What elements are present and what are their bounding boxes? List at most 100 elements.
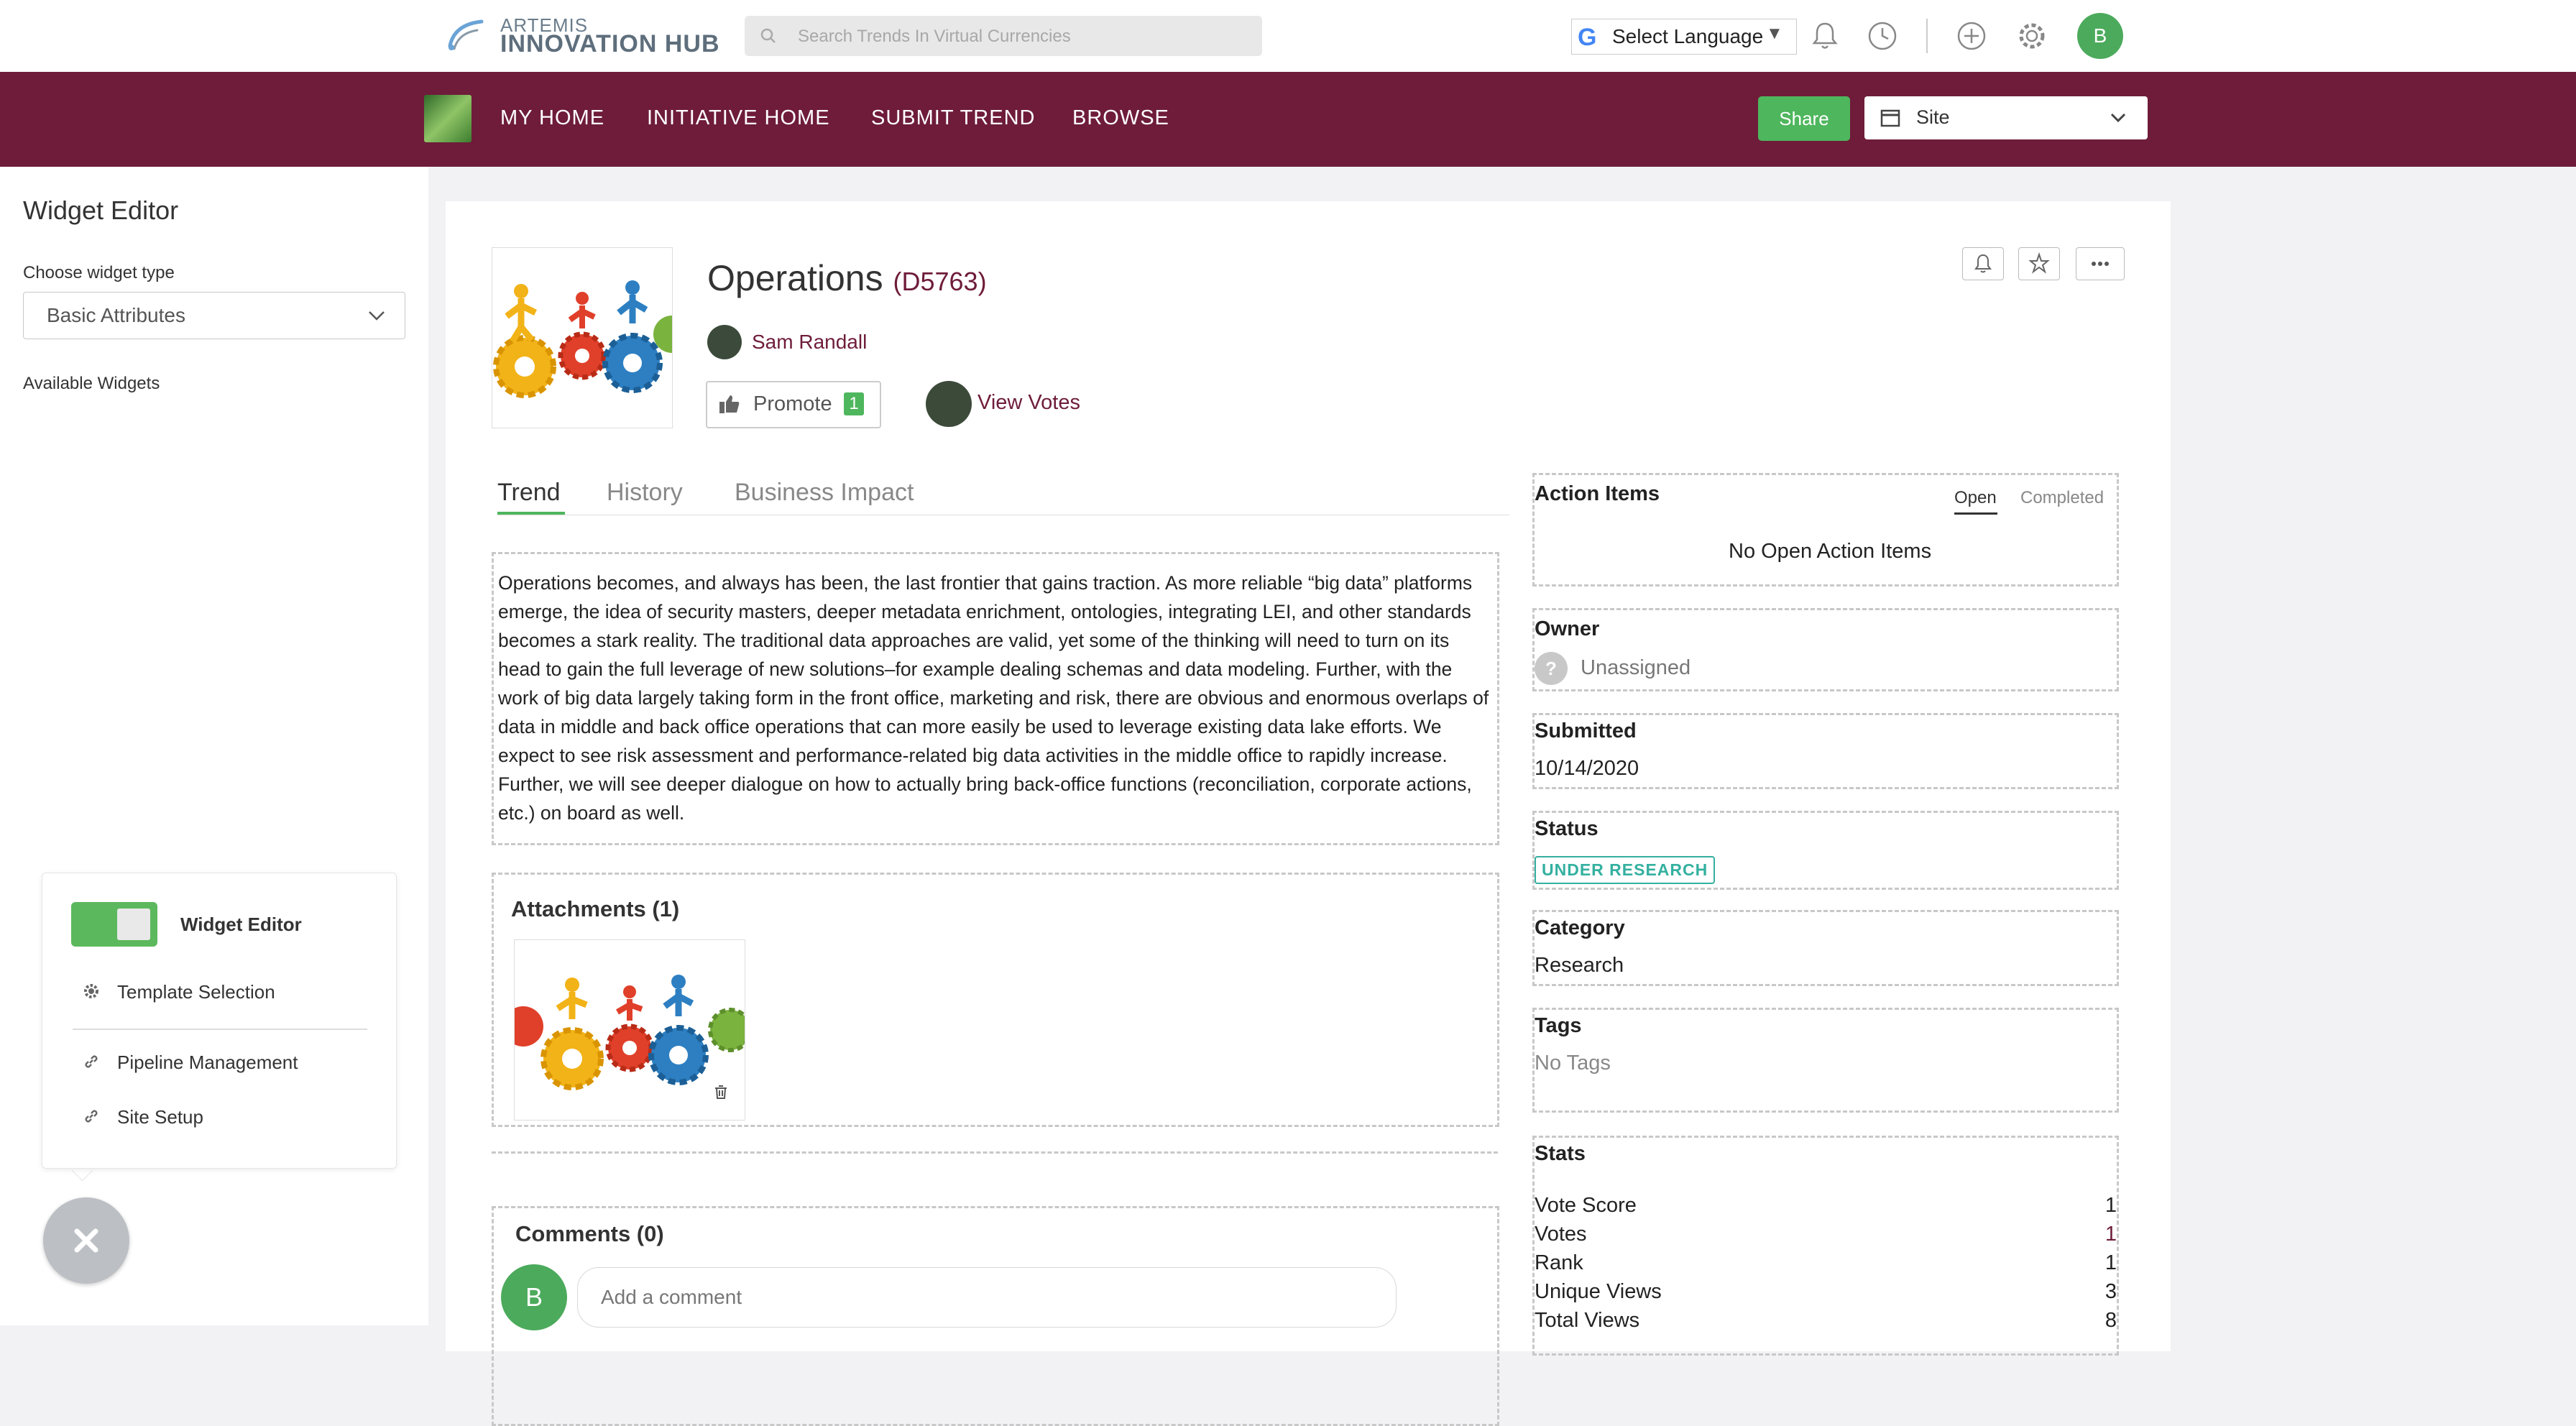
gears-illustration: [493, 280, 672, 398]
link-icon: [85, 1110, 98, 1123]
category-title: Category: [1535, 916, 1625, 939]
topbar-divider: [1926, 19, 1928, 53]
trend-image[interactable]: [492, 247, 673, 428]
trend-id: (D5763): [893, 267, 987, 296]
submitted-widget: Submitted 10/14/2020: [1532, 713, 2119, 789]
stat-label: Total Views: [1535, 1309, 1640, 1332]
stats-title: Stats: [1535, 1142, 1586, 1165]
trend-description: Operations becomes, and always has been,…: [498, 572, 1489, 824]
share-button[interactable]: Share: [1758, 96, 1850, 141]
site-select[interactable]: Site: [1864, 96, 2148, 139]
stat-value: 3: [2104, 1280, 2117, 1303]
pipeline-management-link[interactable]: Pipeline Management: [117, 1052, 298, 1074]
link-icon: [85, 1055, 98, 1068]
tab-completed[interactable]: Completed: [2020, 488, 2104, 508]
calendar-icon: [1880, 109, 1900, 127]
search-input[interactable]: [796, 16, 1245, 58]
gear-icon: [84, 984, 98, 998]
tab-open[interactable]: Open: [1954, 488, 1997, 508]
add-circle-icon[interactable]: [1955, 19, 1988, 52]
view-votes-link[interactable]: View Votes: [978, 391, 1080, 415]
tags-widget: Tags No Tags: [1532, 1008, 2119, 1113]
unknown-user-icon: ?: [1535, 652, 1568, 685]
top-bar: ARTEMIS INNOVATION HUB G Select Language…: [0, 0, 2576, 73]
available-widgets-label: Available Widgets: [23, 374, 160, 393]
more-options-button[interactable]: [2076, 247, 2125, 280]
caret-down-icon: ▼: [1766, 24, 1783, 43]
history-clock-icon[interactable]: [1866, 19, 1899, 52]
follow-bell-button[interactable]: [1962, 247, 2004, 280]
tags-title: Tags: [1535, 1014, 1582, 1037]
submitted-date: 10/14/2020: [1535, 757, 1639, 780]
bell-icon[interactable]: [1808, 19, 1841, 52]
owner-title: Owner: [1535, 617, 1600, 640]
nav-submit-trend[interactable]: SUBMIT TREND: [871, 106, 1035, 130]
nav-bar: MY HOME INITIATIVE HOME SUBMIT TREND BRO…: [0, 72, 2576, 167]
bell-icon: [1974, 254, 1992, 273]
search-bar[interactable]: [745, 16, 1262, 58]
owner-widget: Owner ? Unassigned: [1532, 608, 2119, 691]
status-widget: Status UNDER RESEARCH: [1532, 811, 2119, 890]
close-icon: [74, 1228, 98, 1253]
trend-title: Operations (D5763): [707, 257, 987, 299]
active-tab-indicator: [497, 512, 565, 515]
voter-avatar[interactable]: [926, 381, 972, 427]
submitted-title: Submitted: [1535, 719, 1637, 742]
gear-icon[interactable]: [2015, 19, 2048, 52]
widget-type-label: Choose widget type: [23, 263, 175, 282]
nav-my-home[interactable]: MY HOME: [500, 106, 604, 130]
tab-history[interactable]: History: [607, 479, 683, 507]
tab-trend[interactable]: Trend: [497, 479, 561, 507]
site-thumbnail[interactable]: [424, 95, 472, 142]
action-items-title: Action Items: [1535, 482, 1660, 505]
comments-title: Comments (0): [515, 1221, 664, 1246]
action-items-widget: Action Items Open Completed No Open Acti…: [1532, 473, 2119, 586]
category-value: Research: [1535, 954, 1624, 977]
language-select[interactable]: G Select Language ▼: [1571, 19, 1797, 55]
popup-divider: [73, 1029, 367, 1030]
language-label: Select Language: [1612, 25, 1764, 47]
promote-button[interactable]: Promote 1: [706, 381, 881, 428]
attachments-widget: Attachments (1): [492, 873, 1499, 1127]
comment-input[interactable]: [577, 1267, 1397, 1328]
google-g-icon: G: [1578, 24, 1597, 51]
stat-value[interactable]: 1: [2105, 1223, 2117, 1246]
close-widget-editor-button[interactable]: [43, 1197, 129, 1284]
status-badge: UNDER RESEARCH: [1535, 856, 1716, 884]
chevron-down-icon: [369, 311, 385, 321]
trash-icon[interactable]: [710, 1081, 732, 1103]
nav-browse[interactable]: BROWSE: [1072, 106, 1169, 130]
nav-initiative-home[interactable]: INITIATIVE HOME: [647, 106, 830, 130]
section-separator: [492, 1151, 1498, 1154]
site-setup-link[interactable]: Site Setup: [117, 1106, 203, 1128]
toggle-knob: [117, 908, 150, 940]
user-avatar[interactable]: B: [2077, 13, 2123, 59]
logo-swoosh-icon: [448, 19, 484, 50]
category-widget: Category Research: [1532, 910, 2119, 986]
widget-type-value: Basic Attributes: [47, 304, 185, 326]
attachment-thumbnail[interactable]: [514, 939, 745, 1121]
trend-card: Operations (D5763) Sam Randall Promote 1…: [446, 201, 2171, 1426]
panel-title: Widget Editor: [23, 196, 179, 225]
template-selection-link[interactable]: Template Selection: [117, 981, 275, 1003]
active-tab-indicator: [1954, 512, 1997, 515]
stats-widget: Stats Vote Score 1 Votes 1 Rank 1 Unique…: [1532, 1136, 2119, 1356]
stat-value: 1: [2104, 1251, 2117, 1274]
description-widget: Operations becomes, and always has been,…: [492, 552, 1499, 845]
widget-type-select[interactable]: Basic Attributes: [23, 292, 405, 339]
action-items-empty: No Open Action Items: [1729, 540, 1932, 563]
stat-label: Vote Score: [1535, 1194, 1637, 1217]
widget-editor-toggle[interactable]: [71, 902, 157, 947]
chevron-down-icon: [2110, 113, 2126, 123]
tab-business-impact[interactable]: Business Impact: [735, 479, 914, 507]
stat-label: Rank: [1535, 1251, 1583, 1274]
author-name[interactable]: Sam Randall: [752, 331, 867, 354]
widget-editor-popup: Widget Editor Template Selection Pipelin…: [42, 873, 397, 1169]
owner-value[interactable]: Unassigned: [1581, 656, 1690, 680]
author-avatar[interactable]: [707, 325, 742, 359]
commenter-avatar: B: [501, 1264, 567, 1330]
stat-value: 1: [2104, 1194, 2117, 1217]
star-icon: [2028, 252, 2050, 274]
favorite-star-button[interactable]: [2018, 247, 2060, 280]
logo-text-bottom: INNOVATION HUB: [500, 30, 720, 58]
